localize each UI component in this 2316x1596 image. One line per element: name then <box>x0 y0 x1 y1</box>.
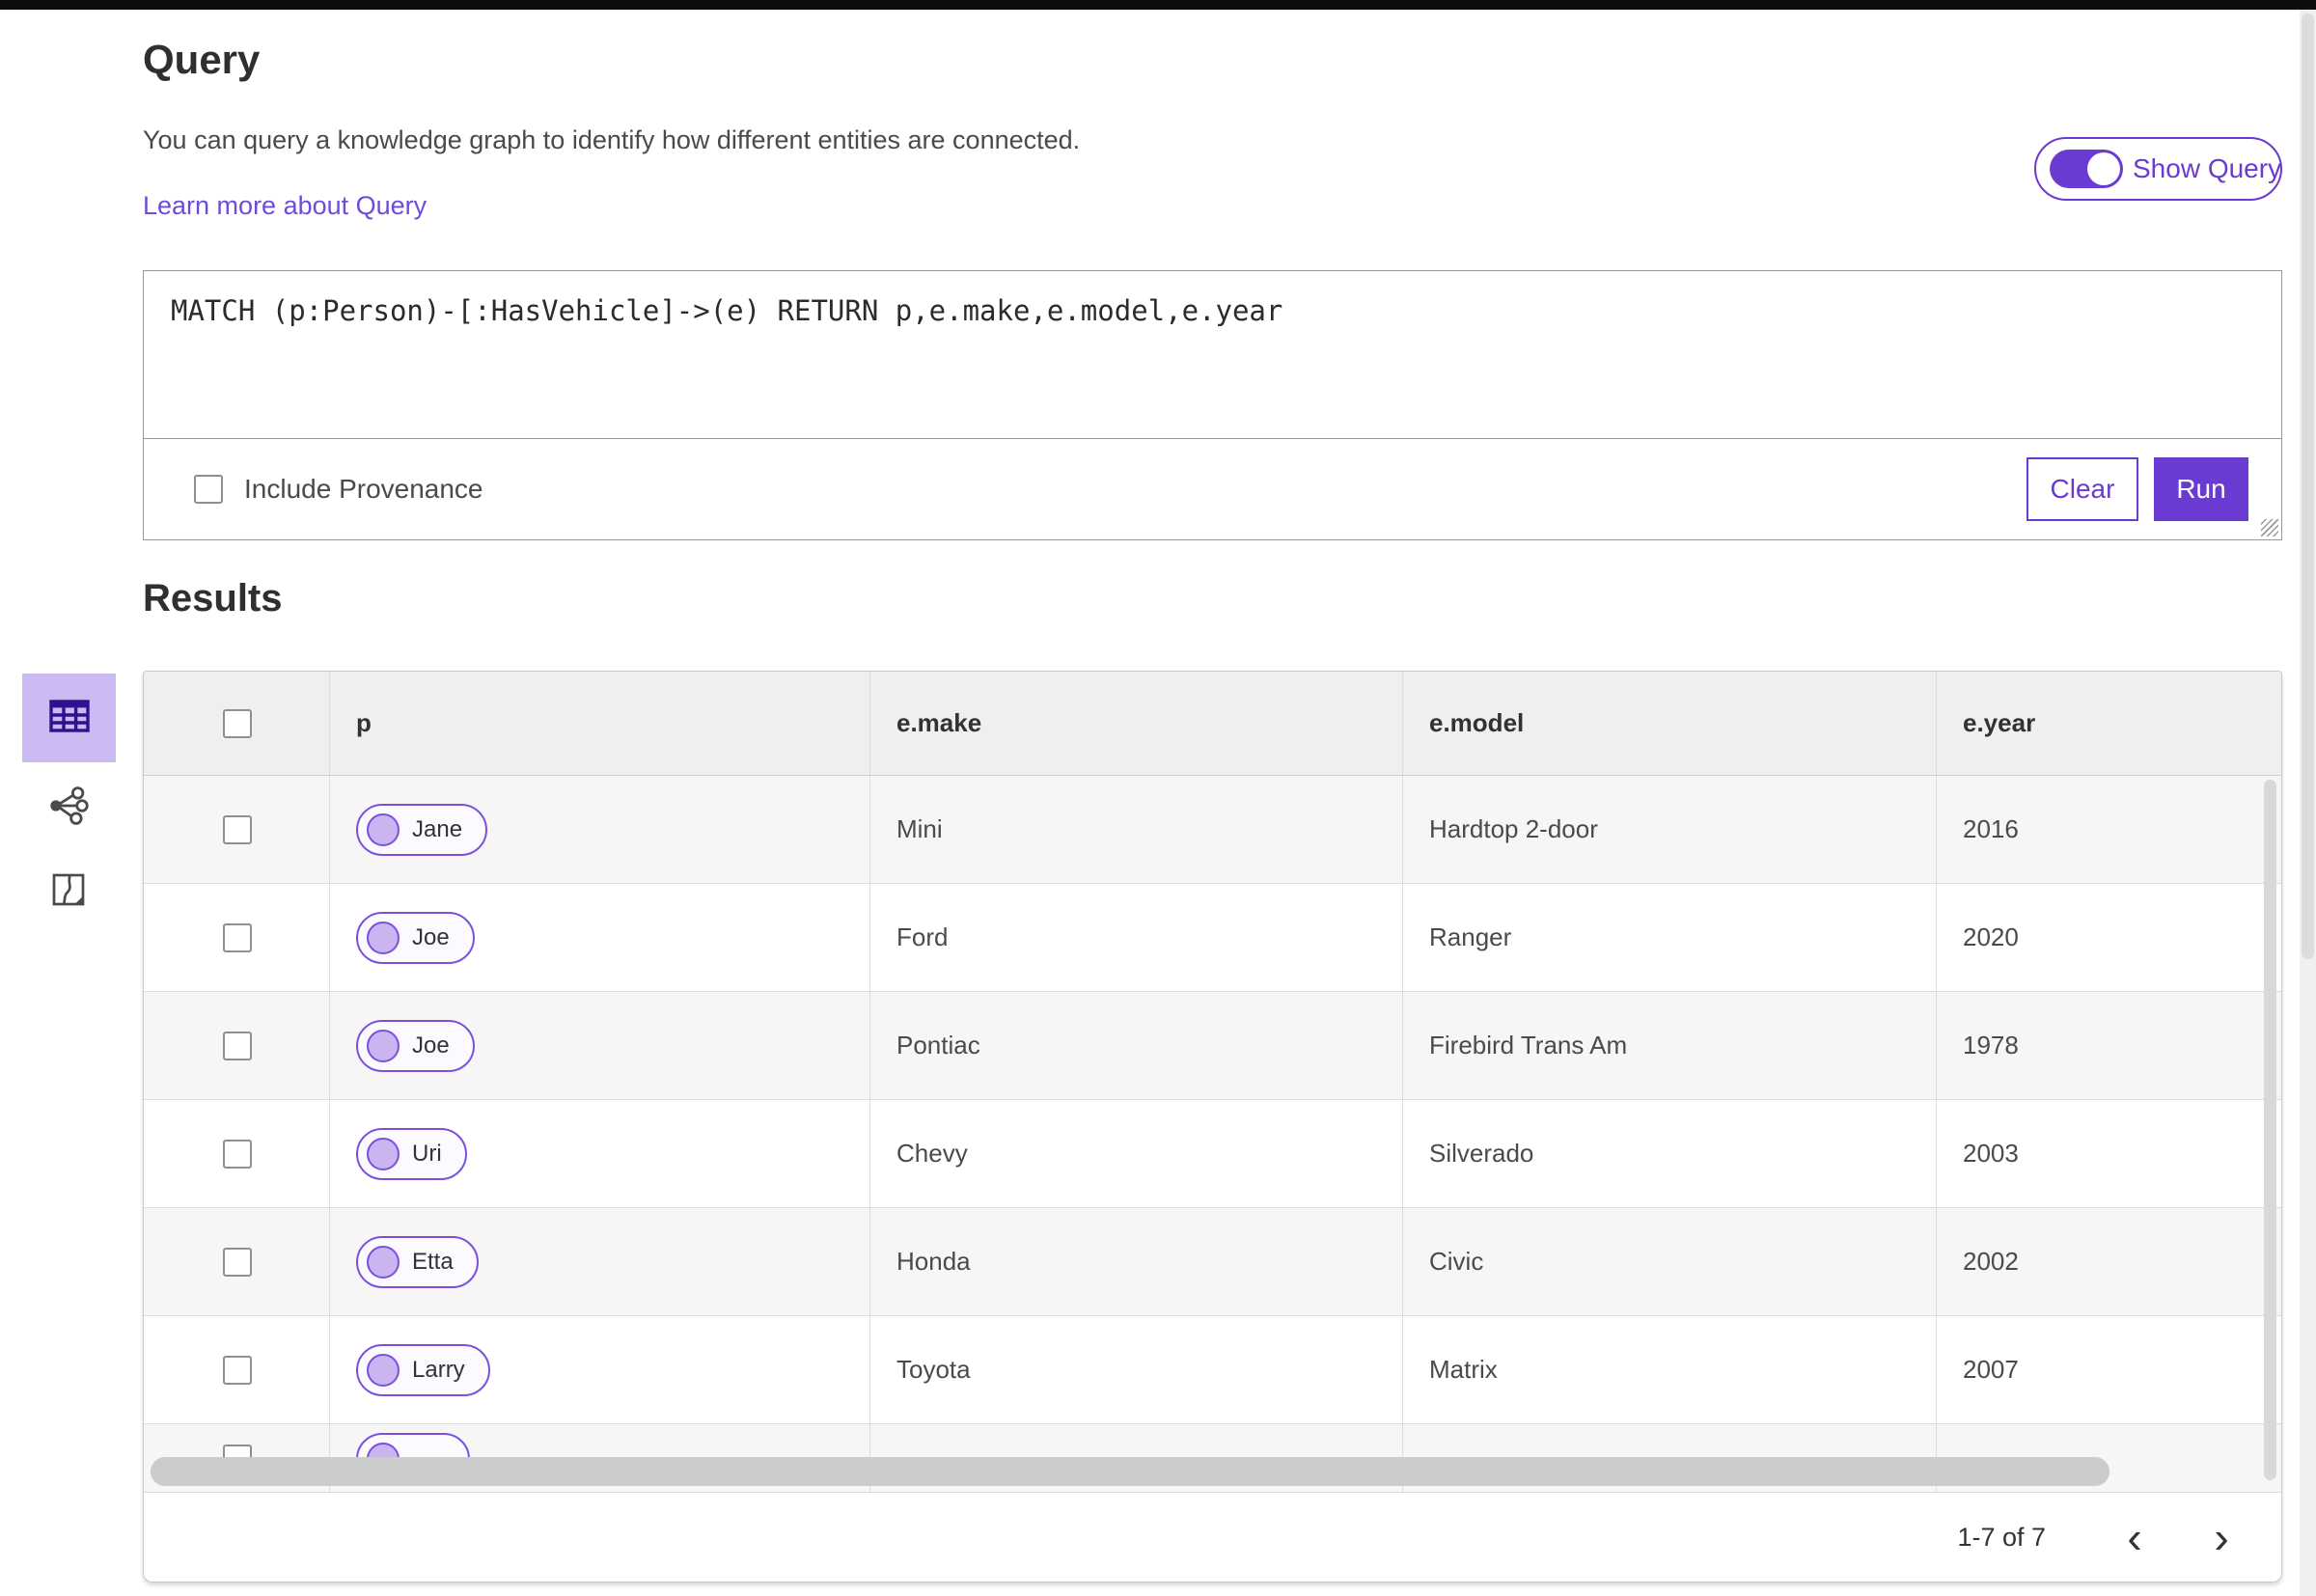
cell-make: Mini <box>869 776 1402 883</box>
query-section-title: Query <box>143 37 261 82</box>
entity-node-icon <box>367 1245 400 1279</box>
entity-pill[interactable]: Uri <box>356 1127 467 1180</box>
cell-year: 2016 <box>1936 776 2281 883</box>
page-scrollbar[interactable] <box>2300 10 2316 1596</box>
results-table-panel: p e.make e.model e.year Jane Mini Hardto… <box>143 671 2282 1582</box>
toggle-on-icon[interactable] <box>2050 150 2123 188</box>
vertical-scrollbar-thumb[interactable] <box>2264 780 2276 1480</box>
row-checkbox[interactable] <box>223 1247 252 1277</box>
horizontal-scrollbar-thumb[interactable] <box>151 1457 2109 1486</box>
cell-make: Honda <box>869 1208 1402 1315</box>
next-page-icon[interactable]: › <box>2200 1515 2243 1559</box>
entity-pill[interactable]: Jane <box>356 803 488 856</box>
cell-year: 2020 <box>1936 884 2281 991</box>
cell-model: Hardtop 2-door <box>1402 776 1936 883</box>
cell-model: Firebird Trans Am <box>1402 992 1936 1099</box>
entity-node-icon <box>367 921 400 954</box>
previous-page-icon[interactable]: ‹ <box>2113 1515 2156 1559</box>
run-button[interactable]: Run <box>2154 457 2248 521</box>
column-header-year[interactable]: e.year <box>1936 672 2281 775</box>
row-checkbox[interactable] <box>223 1031 252 1060</box>
page-scrollbar-thumb[interactable] <box>2302 14 2314 959</box>
entity-pill[interactable]: Joe <box>356 1019 475 1072</box>
entity-node-icon <box>367 812 400 846</box>
row-checkbox[interactable] <box>223 1355 252 1385</box>
entity-pill[interactable]: Larry <box>356 1343 490 1396</box>
results-section-title: Results <box>143 577 283 619</box>
table-row: Jane Mini Hardtop 2-door 2016 <box>144 776 2281 884</box>
map-icon <box>49 870 88 914</box>
cell-model: Matrix <box>1402 1316 1936 1423</box>
view-switcher-map[interactable] <box>44 868 93 915</box>
entity-pill-label: Joe <box>412 1032 450 1059</box>
query-description: You can query a knowledge graph to ident… <box>143 125 1081 154</box>
entity-pill-label: Etta <box>412 1248 454 1275</box>
row-checkbox[interactable] <box>223 922 252 952</box>
query-editor-panel: MATCH (p:Person)-[:HasVehicle]->(e) RETU… <box>143 270 2282 540</box>
cell-year: 2003 <box>1936 1100 2281 1207</box>
table-icon <box>46 693 93 744</box>
cell-year: 1978 <box>1936 992 2281 1099</box>
entity-node-icon <box>367 1029 400 1062</box>
column-header-make[interactable]: e.make <box>869 672 1402 775</box>
pagination-bar: 1-7 of 7 ‹ › <box>144 1492 2281 1582</box>
clear-button[interactable]: Clear <box>2026 457 2138 521</box>
link-chart-icon <box>47 785 90 831</box>
window-top-border <box>0 0 2316 10</box>
entity-node-icon <box>367 1137 400 1170</box>
cell-make: Pontiac <box>869 992 1402 1099</box>
entity-pill-label: Joe <box>412 923 450 950</box>
entity-pill[interactable]: Joe <box>356 911 475 964</box>
query-actions-bar: Include Provenance Clear Run <box>144 439 2281 539</box>
column-header-p[interactable]: p <box>329 672 869 775</box>
cell-make: Chevy <box>869 1100 1402 1207</box>
include-provenance-checkbox[interactable] <box>194 475 223 504</box>
resize-grip-icon[interactable] <box>2261 519 2278 537</box>
entity-pill[interactable]: Etta <box>356 1235 479 1288</box>
query-textarea[interactable]: MATCH (p:Person)-[:HasVehicle]->(e) RETU… <box>144 271 2281 439</box>
toggle-knob <box>2087 152 2120 185</box>
cell-model: Civic <box>1402 1208 1936 1315</box>
include-provenance-label: Include Provenance <box>244 474 483 504</box>
learn-more-link[interactable]: Learn more about Query <box>143 191 427 221</box>
cell-year: 2002 <box>1936 1208 2281 1315</box>
column-header-model[interactable]: e.model <box>1402 672 1936 775</box>
view-switcher-table[interactable] <box>22 674 116 762</box>
table-row: Larry Toyota Matrix 2007 <box>144 1316 2281 1424</box>
entity-pill-label: Uri <box>412 1140 442 1167</box>
show-query-toggle[interactable]: Show Query <box>2034 137 2282 201</box>
table-row: Joe Ford Ranger 2020 <box>144 884 2281 992</box>
view-switcher-link-chart[interactable] <box>42 784 95 832</box>
cell-model: Ranger <box>1402 884 1936 991</box>
table-body: Jane Mini Hardtop 2-door 2016 Joe Ford R… <box>144 776 2281 1494</box>
row-checkbox[interactable] <box>223 814 252 844</box>
cell-make: Ford <box>869 884 1402 991</box>
table-header-row: p e.make e.model e.year <box>144 672 2281 776</box>
table-row: Etta Honda Civic 2002 <box>144 1208 2281 1316</box>
entity-pill-label: Larry <box>412 1356 465 1383</box>
table-row: Joe Pontiac Firebird Trans Am 1978 <box>144 992 2281 1100</box>
entity-node-icon <box>367 1353 400 1387</box>
cell-year: 2007 <box>1936 1316 2281 1423</box>
cell-model: Silverado <box>1402 1100 1936 1207</box>
table-row: Uri Chevy Silverado 2003 <box>144 1100 2281 1208</box>
entity-pill-label: Jane <box>412 815 463 842</box>
pagination-range-label: 1-7 of 7 <box>1957 1522 2046 1552</box>
row-checkbox[interactable] <box>223 1139 252 1169</box>
show-query-label: Show Query <box>2133 153 2282 183</box>
cell-make: Toyota <box>869 1316 1402 1423</box>
select-all-checkbox[interactable] <box>223 708 252 738</box>
